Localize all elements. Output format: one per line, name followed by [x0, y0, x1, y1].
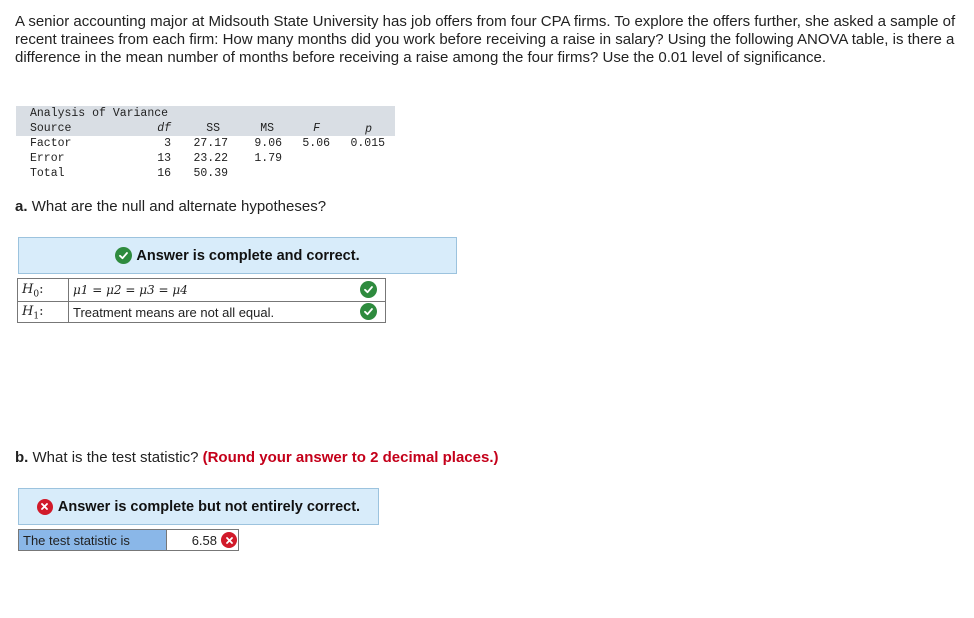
anova-row-error-df: 13: [157, 152, 171, 165]
question-a-label: a.: [15, 198, 28, 215]
check-circle-icon: [115, 247, 133, 264]
anova-row-error-ss: 23.22: [193, 152, 228, 165]
question-b-label: b.: [15, 449, 29, 466]
anova-row-total-source: Total: [30, 167, 65, 180]
anova-header-ms: MS: [260, 122, 274, 135]
anova-row-total-df: 16: [157, 167, 171, 180]
answer-status-text-b: Answer is complete but not entirely corr…: [57, 498, 361, 515]
anova-row-error-ms: 1.79: [254, 152, 282, 165]
h1-row: H1: Treatment means are not all equal.: [18, 301, 385, 323]
anova-header-df: df: [157, 122, 171, 135]
anova-row-error-source: Error: [30, 152, 65, 165]
anova-row-factor-source: Factor: [30, 137, 72, 150]
h1-answer-field[interactable]: Treatment means are not all equal.: [68, 301, 360, 323]
question-b-text: What is the test statistic?: [32, 449, 199, 466]
anova-header-f: F: [313, 122, 320, 135]
check-circle-icon: [360, 281, 377, 298]
x-circle-icon: [221, 532, 237, 548]
h0-label: H0:: [22, 282, 44, 300]
anova-row-factor-ms: 9.06: [254, 137, 282, 150]
hypotheses-table: H0: μ1 = μ2 = μ3 = μ4 H1: Treatment mean…: [17, 278, 386, 323]
anova-row-total-ss: 50.39: [193, 167, 228, 180]
anova-header-p: p: [365, 123, 372, 136]
anova-row-factor-f: 5.06: [302, 137, 330, 150]
question-b: b. What is the test statistic? (Round yo…: [15, 449, 499, 466]
anova-row-factor-df: 3: [164, 137, 171, 150]
anova-header-ss: SS: [206, 122, 220, 135]
answer-status-text-a: Answer is complete and correct.: [136, 247, 360, 264]
test-statistic-row: The test statistic is 6.58: [18, 529, 239, 551]
question-a-text: What are the null and alternate hypothes…: [31, 198, 327, 215]
problem-statement: A senior accounting major at Midsouth St…: [15, 13, 956, 66]
h1-label: H1:: [22, 304, 44, 322]
h1-answer-value: Treatment means are not all equal.: [73, 304, 275, 320]
check-circle-icon: [360, 303, 377, 320]
anova-table: Analysis of Variance Source df SS MS F p…: [16, 106, 395, 184]
h0-row: H0: μ1 = μ2 = μ3 = μ4: [18, 279, 385, 302]
h0-answer-field[interactable]: μ1 = μ2 = μ3 = μ4: [68, 279, 360, 301]
question-b-instruction: (Round your answer to 2 decimal places.): [202, 449, 499, 466]
anova-title: Analysis of Variance: [30, 107, 169, 120]
anova-header-source: Source: [30, 122, 72, 135]
anova-row-factor-ss: 27.17: [193, 137, 228, 150]
answer-status-banner-a: Answer is complete and correct.: [18, 237, 457, 274]
test-statistic-answer-field[interactable]: 6.58: [167, 530, 240, 550]
answer-status-banner-b: Answer is complete but not entirely corr…: [18, 488, 379, 525]
question-a: a. What are the null and alternate hypot…: [15, 198, 326, 215]
h0-answer-value: μ1 = μ2 = μ3 = μ4: [73, 283, 188, 297]
test-statistic-value: 6.58: [191, 532, 217, 548]
test-statistic-label: The test statistic is: [19, 530, 167, 550]
x-circle-icon: [36, 498, 53, 515]
anova-row-factor-p: 0.015: [350, 137, 385, 150]
